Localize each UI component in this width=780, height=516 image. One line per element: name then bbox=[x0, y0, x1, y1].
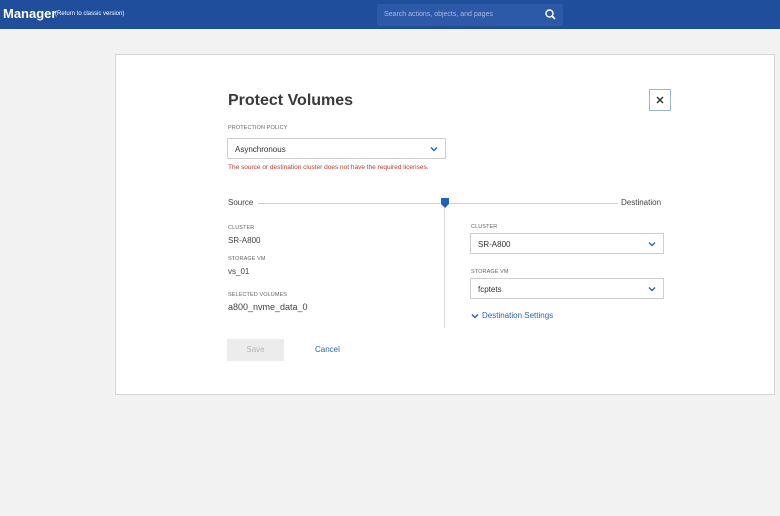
chevron-down-icon bbox=[471, 313, 479, 319]
protection-policy-value: Asynchronous bbox=[235, 145, 286, 154]
destination-cluster-label: CLUSTER bbox=[471, 224, 498, 230]
destination-settings-label[interactable]: Destination Settings bbox=[482, 311, 553, 320]
source-cluster-label: CLUSTER bbox=[228, 225, 255, 231]
source-label: Source bbox=[228, 198, 254, 207]
global-search[interactable]: Search actions, objects, and pages bbox=[377, 4, 563, 26]
protection-policy-label: PROTECTION POLICY bbox=[228, 125, 288, 131]
license-error-message: The source or destination cluster does n… bbox=[228, 164, 429, 171]
app-title: Manager bbox=[3, 6, 57, 21]
source-storage-vm-label: STORAGE VM bbox=[228, 256, 266, 262]
top-header: Manager (Return to classic version) Sear… bbox=[0, 0, 780, 29]
source-storage-vm-value: vs_01 bbox=[228, 267, 250, 276]
close-button[interactable] bbox=[649, 89, 671, 111]
destination-cluster-select[interactable]: SR-A800 bbox=[470, 233, 664, 254]
destination-storage-vm-label: STORAGE VM bbox=[471, 269, 509, 275]
destination-cluster-value: SR-A800 bbox=[478, 240, 511, 249]
destination-storage-vm-select[interactable]: fcptets bbox=[470, 278, 664, 299]
selected-volumes-label: SELECTED VOLUMES bbox=[228, 292, 288, 298]
relationship-line-right bbox=[450, 203, 618, 204]
destination-label: Destination bbox=[621, 198, 662, 207]
relationship-line-left bbox=[258, 203, 440, 204]
protection-policy-select[interactable]: Asynchronous bbox=[227, 138, 446, 159]
chevron-down-icon bbox=[430, 147, 438, 152]
search-icon[interactable] bbox=[544, 8, 557, 21]
relationship-marker-icon bbox=[441, 198, 449, 208]
save-button[interactable]: Save bbox=[227, 339, 284, 361]
cancel-button[interactable]: Cancel bbox=[315, 345, 340, 354]
destination-storage-vm-value: fcptets bbox=[478, 285, 502, 294]
source-cluster-value: SR-A800 bbox=[228, 236, 261, 245]
close-icon[interactable] bbox=[656, 96, 664, 104]
search-placeholder[interactable]: Search actions, objects, and pages bbox=[384, 11, 493, 18]
selected-volumes-value: a800_nvme_data_0 bbox=[228, 302, 308, 312]
column-divider bbox=[444, 208, 445, 328]
protect-volumes-panel: Protect Volumes PROTECTION POLICY Asynch… bbox=[115, 54, 775, 395]
return-to-classic-link[interactable]: (Return to classic version) bbox=[55, 11, 124, 17]
chevron-down-icon bbox=[648, 287, 656, 292]
dialog-title: Protect Volumes bbox=[228, 92, 354, 109]
chevron-down-icon bbox=[648, 242, 656, 247]
